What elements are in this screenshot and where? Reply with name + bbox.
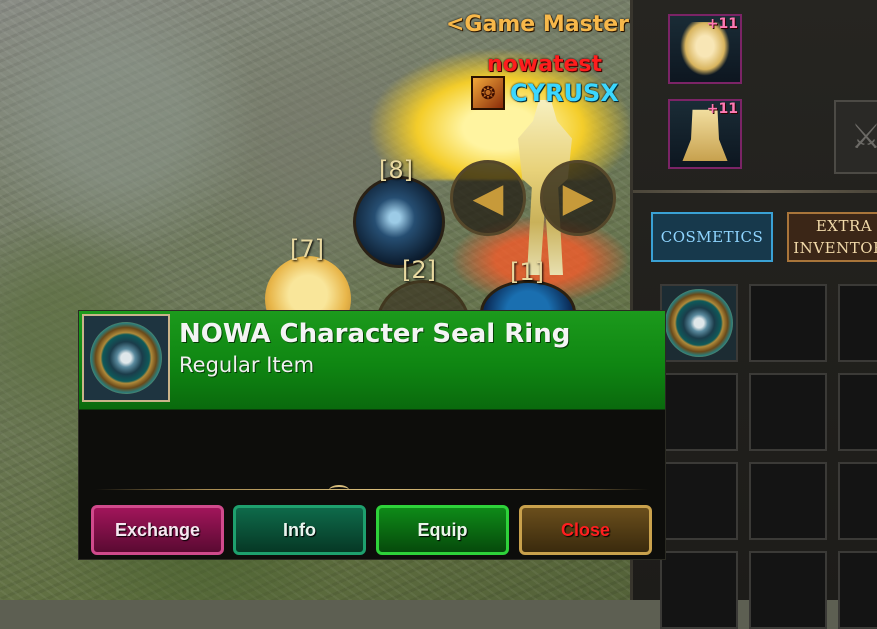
- skill-label-8: [8]: [379, 156, 413, 184]
- panel-divider: [633, 190, 877, 193]
- inventory-slot[interactable]: [749, 373, 827, 451]
- info-button[interactable]: Info: [233, 505, 366, 555]
- seal-ring-icon: [665, 289, 733, 357]
- tab-extra-inventory[interactable]: EXTRA INVENTORY: [787, 212, 877, 262]
- skill-slot-8[interactable]: [353, 176, 445, 268]
- inventory-slot[interactable]: [838, 284, 877, 362]
- close-button[interactable]: Close: [519, 505, 652, 555]
- equip-button[interactable]: Equip: [376, 505, 509, 555]
- arrow-right-icon[interactable]: ▶: [540, 160, 616, 236]
- inventory-slot[interactable]: [838, 551, 877, 629]
- inventory-slot[interactable]: [660, 373, 738, 451]
- player-name: nowatest: [487, 52, 602, 77]
- inventory-grid: [660, 284, 877, 629]
- inventory-slot[interactable]: [838, 373, 877, 451]
- tooltip-divider: [95, 489, 649, 490]
- item-type: Regular Item: [179, 353, 315, 377]
- tooltip-header: NOWA Character Seal Ring Regular Item: [79, 311, 665, 410]
- inventory-slot[interactable]: [838, 462, 877, 540]
- enhance-level: +11: [706, 16, 738, 32]
- exchange-button[interactable]: Exchange: [91, 505, 224, 555]
- equip-slot-gloves[interactable]: +11: [668, 14, 742, 84]
- skill-label-2: [2]: [402, 256, 436, 284]
- guild-row: ❂ CYRUSX: [471, 76, 619, 110]
- skill-label-7: [7]: [290, 235, 324, 263]
- item-icon-frame: [82, 314, 170, 402]
- dragon-emblem-icon: ❂: [471, 76, 505, 110]
- inventory-slot[interactable]: [660, 551, 738, 629]
- guild-name: CYRUSX: [510, 79, 619, 107]
- skill-label-1: [1]: [510, 258, 544, 286]
- inventory-slot[interactable]: [660, 462, 738, 540]
- inventory-slot[interactable]: [749, 462, 827, 540]
- divider-ornament: [329, 485, 349, 495]
- inventory-slot[interactable]: [749, 551, 827, 629]
- sword-icon[interactable]: ⚔: [834, 100, 877, 174]
- item-tooltip: NOWA Character Seal Ring Regular Item Ex…: [78, 310, 666, 560]
- equip-slot-boots[interactable]: +11: [668, 99, 742, 169]
- enhance-level: +11: [706, 101, 738, 117]
- arrow-left-icon[interactable]: ◀: [450, 160, 526, 236]
- inventory-slot[interactable]: [749, 284, 827, 362]
- seal-ring-icon: [90, 322, 162, 394]
- inventory-slot[interactable]: [660, 284, 738, 362]
- player-title: <Game Master>: [446, 12, 648, 37]
- item-name: NOWA Character Seal Ring: [179, 319, 571, 349]
- tab-cosmetics[interactable]: COSMETICS: [651, 212, 773, 262]
